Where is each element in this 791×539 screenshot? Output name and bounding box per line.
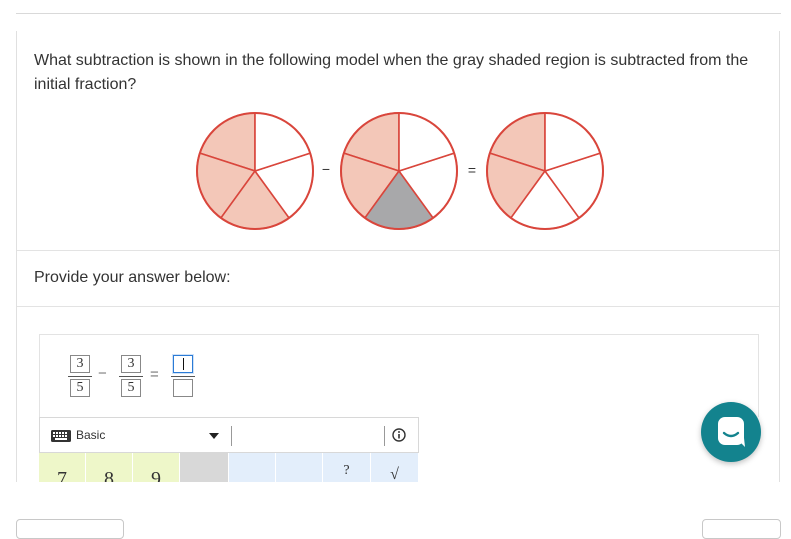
answer-prompt: Provide your answer below: xyxy=(34,269,231,286)
key-operator[interactable] xyxy=(180,453,229,482)
fraction-bar xyxy=(68,376,92,377)
answer-denominator-input[interactable] xyxy=(173,379,193,397)
key-7[interactable]: 7 xyxy=(39,453,86,482)
back-button[interactable] xyxy=(16,519,124,539)
chat-launcher-button[interactable] xyxy=(701,402,761,462)
fraction-2-numerator[interactable]: 3 xyxy=(121,355,141,373)
key-9[interactable]: 9 xyxy=(133,453,180,482)
fraction-1-denominator[interactable]: 5 xyxy=(70,379,90,397)
answer-numerator-input[interactable] xyxy=(173,355,193,373)
math-answer-editor[interactable]: 3 5 − 3 5 = xyxy=(39,334,759,417)
key-sqrt[interactable]: √ xyxy=(371,453,419,482)
fraction-bar xyxy=(171,376,195,377)
toolbar-separator xyxy=(384,426,385,446)
text-cursor xyxy=(182,357,184,370)
info-icon[interactable] xyxy=(392,428,406,442)
fraction-2-denominator[interactable]: 5 xyxy=(121,379,141,397)
keypad-mode-label[interactable]: Basic xyxy=(76,428,105,442)
pie-models xyxy=(196,112,604,230)
toolbar-separator xyxy=(231,426,232,446)
editor-equals-sign: = xyxy=(150,366,159,383)
model-equals-sign: = xyxy=(468,162,476,178)
key-function[interactable] xyxy=(276,453,323,482)
editor-minus-sign: − xyxy=(98,365,107,382)
question-card: What subtraction is shown in the followi… xyxy=(16,31,780,482)
submit-button[interactable] xyxy=(702,519,781,539)
caret-down-icon[interactable] xyxy=(209,433,219,439)
fraction-1-numerator[interactable]: 3 xyxy=(70,355,90,373)
key-function[interactable] xyxy=(229,453,276,482)
section-divider xyxy=(17,250,779,251)
key-8[interactable]: 8 xyxy=(86,453,133,482)
model-minus-sign: − xyxy=(322,161,330,177)
chat-bubble-icon xyxy=(718,417,745,447)
fraction-bar xyxy=(119,376,143,377)
section-divider xyxy=(17,306,779,307)
key-power[interactable]: ? xyxy=(323,453,371,482)
keypad-toolbar: Basic xyxy=(39,417,419,453)
keypad: 7 8 9 ? √ xyxy=(39,453,419,482)
keyboard-icon[interactable] xyxy=(51,430,71,442)
fraction-model: − = xyxy=(196,112,604,230)
top-divider xyxy=(16,13,781,14)
